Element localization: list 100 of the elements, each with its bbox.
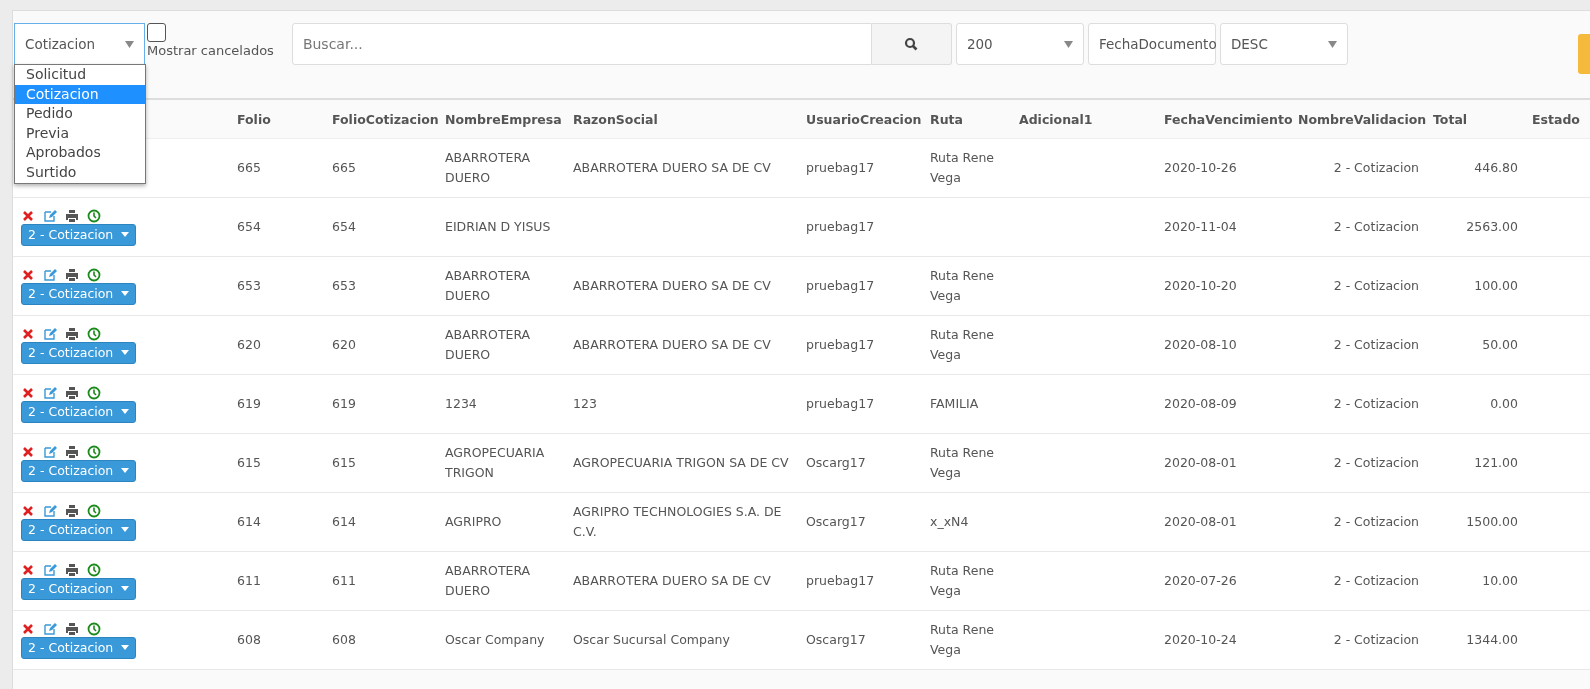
select-field[interactable]: FechaDocumento [1087, 23, 1216, 65]
table-cell: 654 [237, 219, 261, 234]
print-icon[interactable] [65, 208, 79, 223]
caret-icon [121, 645, 130, 650]
table-cell: 1500.00 [1466, 514, 1518, 529]
table-cell: 2 - Cotizacion [1333, 219, 1419, 234]
table-cell: Oscarg17 [806, 632, 866, 647]
caret-icon [121, 409, 130, 414]
caret-icon [121, 527, 130, 532]
table-cell: 2020-08-09 [1164, 396, 1237, 411]
select-field[interactable]: Cotizacion [14, 23, 145, 65]
table-cell: AGROPECUARIA TRIGON [445, 445, 545, 480]
search-field[interactable]: Buscar... [291, 23, 872, 65]
clock-icon[interactable] [87, 503, 101, 518]
table-cell: ABARROTERA DUERO [445, 563, 531, 598]
dropdown-option[interactable]: Surtido [15, 162, 145, 183]
table-cell: 653 [332, 278, 356, 293]
table-cell: ABARROTERA DUERO [445, 268, 531, 303]
print-icon[interactable] [65, 503, 79, 518]
clock-icon[interactable] [87, 562, 101, 577]
edit-icon[interactable] [43, 208, 57, 223]
print-icon[interactable] [65, 621, 79, 636]
print-icon[interactable] [65, 562, 79, 577]
close-icon[interactable] [21, 621, 35, 636]
column-header[interactable]: RazonSocial [573, 111, 658, 127]
close-icon[interactable] [21, 444, 35, 459]
table-cell: 121.00 [1474, 455, 1518, 470]
table-cell: 615 [237, 455, 261, 470]
close-icon[interactable] [21, 503, 35, 518]
table-cell: 2 - Cotizacion [1333, 396, 1419, 411]
close-icon[interactable] [21, 562, 35, 577]
caret-icon [121, 350, 130, 355]
table-cell: 2 - Cotizacion [1333, 455, 1419, 470]
clock-icon[interactable] [87, 267, 101, 282]
table-cell: pruebag17 [806, 160, 875, 175]
checkbox-label: Mostrar cancelados [147, 43, 274, 58]
table-cell: ABARROTERA DUERO SA DE CV [573, 573, 771, 588]
select-field[interactable]: 200 [955, 23, 1084, 65]
print-icon[interactable] [65, 444, 79, 459]
dropdown-option[interactable]: Previa [15, 123, 145, 144]
table-cell: AGROPECUARIA TRIGON SA DE CV [573, 455, 789, 470]
table-cell: 10.00 [1482, 573, 1518, 588]
close-icon[interactable] [21, 326, 35, 341]
column-header[interactable]: Total [1433, 111, 1468, 127]
table-cell: 100.00 [1474, 278, 1518, 293]
table-cell: Oscar Company [445, 632, 545, 647]
table-cell: Ruta Rene Vega [930, 622, 994, 657]
close-icon[interactable] [21, 385, 35, 400]
checkbox[interactable] [147, 23, 166, 42]
dropdown-option[interactable]: Solicitud [15, 65, 145, 85]
clock-icon[interactable] [87, 385, 101, 400]
clock-icon[interactable] [87, 326, 101, 341]
print-icon[interactable] [65, 267, 79, 282]
table-cell: Oscar Sucursal Company [573, 632, 730, 647]
table-cell: Oscarg17 [806, 514, 866, 529]
table-cell: Ruta Rene Vega [930, 150, 994, 185]
close-icon[interactable] [21, 208, 35, 223]
clock-icon[interactable] [87, 444, 101, 459]
table-cell: 619 [332, 396, 356, 411]
table-cell: 2 - Cotizacion [1333, 337, 1419, 352]
table-cell: 123 [573, 396, 597, 411]
column-header[interactable]: Folio [237, 111, 271, 127]
column-header[interactable]: Ruta [930, 111, 963, 127]
table-cell: 2020-11-04 [1164, 219, 1237, 234]
caret-icon [1063, 40, 1073, 48]
edit-icon[interactable] [43, 503, 57, 518]
table-cell: 2020-08-01 [1164, 455, 1237, 470]
table-cell: AGRIPRO TECHNOLOGIES S.A. DE C.V. [573, 504, 782, 539]
table-cell: 611 [237, 573, 261, 588]
edit-icon[interactable] [43, 562, 57, 577]
table-cell: 2 - Cotizacion [1333, 573, 1419, 588]
table-cell: Ruta Rene Vega [930, 563, 994, 598]
close-icon[interactable] [21, 267, 35, 282]
edit-icon[interactable] [43, 444, 57, 459]
table-cell: 50.00 [1482, 337, 1518, 352]
select-field[interactable]: DESC [1219, 23, 1348, 65]
print-icon[interactable] [65, 326, 79, 341]
clock-icon[interactable] [87, 208, 101, 223]
print-icon[interactable] [65, 385, 79, 400]
table-cell: 608 [237, 632, 261, 647]
edit-icon[interactable] [43, 267, 57, 282]
table-cell: ABARROTERA DUERO SA DE CV [573, 337, 771, 352]
edit-icon[interactable] [43, 621, 57, 636]
table-cell: Ruta Rene Vega [930, 268, 994, 303]
table-cell: 665 [332, 160, 356, 175]
table-cell: 2563.00 [1466, 219, 1518, 234]
table-cell: 620 [332, 337, 356, 352]
table-cell: Ruta Rene Vega [930, 327, 994, 362]
caret-icon [121, 586, 130, 591]
table-cell: Ruta Rene Vega [930, 445, 994, 480]
clock-icon[interactable] [87, 621, 101, 636]
table-cell: pruebag17 [806, 573, 875, 588]
table-cell: 2020-08-10 [1164, 337, 1237, 352]
edit-icon[interactable] [43, 385, 57, 400]
table-cell: Oscarg17 [806, 455, 866, 470]
table-cell: ABARROTERA DUERO [445, 150, 531, 185]
edit-icon[interactable] [43, 326, 57, 341]
dropdown-option[interactable]: Pedido [15, 104, 145, 124]
table-cell: x_xN4 [930, 514, 969, 529]
dropdown-option[interactable]: Aprobados [15, 143, 145, 163]
